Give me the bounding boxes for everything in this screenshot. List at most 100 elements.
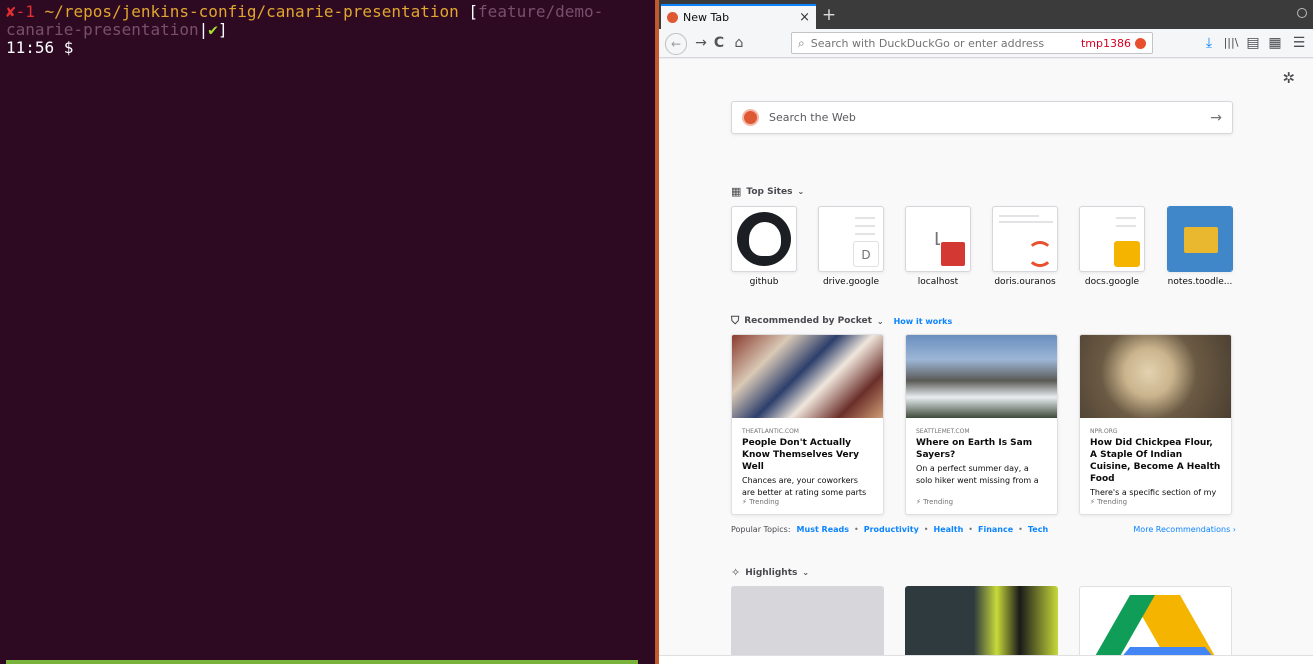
top-site-notes[interactable]: notes.toodle... [1167, 206, 1233, 287]
topic-link[interactable]: Tech [1028, 525, 1048, 534]
top-site-drive[interactable]: D drive.google [818, 206, 884, 287]
highlight-card[interactable] [731, 586, 884, 664]
story-source: THEATLANTIC.COM [742, 428, 799, 435]
web-search-box[interactable]: Search the Web → [731, 101, 1233, 134]
highlights-title: Highlights [745, 567, 798, 578]
story-title: People Don't Actually Know Themselves Ve… [742, 438, 859, 472]
top-site-doris[interactable]: doris.ouranos [992, 206, 1058, 287]
thumb-line [999, 215, 1039, 217]
search-icon: ⌕ [798, 35, 805, 50]
container-icon [1135, 37, 1146, 49]
back-button[interactable]: ← [665, 33, 687, 55]
topic-link[interactable]: Health [934, 525, 964, 534]
branch-name-1: feature/demo- [478, 2, 604, 21]
topic-separator: • [923, 525, 929, 534]
site-tile [1167, 206, 1233, 272]
sidebar-icon[interactable]: ▤ [1243, 33, 1263, 53]
popular-label: Popular Topics: [731, 525, 791, 534]
highlight-card[interactable] [1079, 586, 1232, 664]
grid-icon: ▦ [731, 185, 742, 198]
popular-topics: Popular Topics: Must Reads • Productivity… [731, 525, 1236, 534]
gear-icon[interactable]: ✲ [1282, 69, 1295, 87]
site-tile: D [818, 206, 884, 272]
thumb-line [855, 233, 875, 235]
top-sites-header[interactable]: ▦ Top Sites ⌄ [731, 185, 804, 198]
url-bar[interactable]: ⌕ Search with DuckDuckGo or enter addres… [791, 32, 1153, 54]
terminal-output: ✘-1 ~/repos/jenkins-config/canarie-prese… [6, 3, 646, 57]
highlights-icon: ✧ [731, 566, 741, 579]
library-icon[interactable]: |||\ [1221, 33, 1241, 53]
close-icon[interactable]: × [799, 10, 810, 25]
pocket-title: Recommended by Pocket [744, 316, 872, 326]
trending-label: ⚡ Trending [742, 498, 779, 506]
pocket-header[interactable]: ⛉ Recommended by Pocket ⌄ How it works [731, 314, 952, 328]
thumb-line [855, 225, 875, 227]
site-label: docs.google [1084, 277, 1140, 287]
story-title: Where on Earth Is Sam Sayers? [916, 438, 1033, 460]
new-tab-button[interactable]: + [819, 5, 839, 25]
check-icon: ✔ [208, 20, 218, 39]
downloads-icon[interactable]: ⤓ [1199, 33, 1219, 53]
thumb-line [855, 217, 875, 219]
terminal-window[interactable]: ✘-1 ~/repos/jenkins-config/canarie-prese… [0, 0, 655, 664]
forward-button[interactable]: → [691, 33, 711, 53]
highlight-card[interactable] [905, 586, 1058, 664]
browser-window: New Tab × + ← → C ⌂ ⌕ Search with DuckDu… [659, 0, 1313, 664]
branch-sep: | [198, 20, 209, 39]
story-excerpt: On a perfect summer day, a solo hiker we… [916, 464, 1039, 485]
more-recommendations-link[interactable]: More Recommendations › [1133, 525, 1236, 534]
trending-text: Trending [1097, 498, 1128, 506]
site-label: doris.ouranos [994, 277, 1056, 287]
tab-overflow-icon[interactable] [1297, 8, 1307, 18]
trending-text: Trending [749, 498, 780, 506]
terminal-status-bar [6, 660, 638, 664]
duckduckgo-icon [667, 12, 678, 23]
menu-icon[interactable]: ☰ [1289, 33, 1309, 53]
search-placeholder: Search the Web [769, 111, 856, 124]
thumb-line [1116, 217, 1136, 219]
nav-bar: ← → C ⌂ ⌕ Search with DuckDuckGo or ente… [659, 29, 1313, 58]
story-image [906, 335, 1057, 418]
tab-title: New Tab [683, 11, 730, 24]
tab-bar: New Tab × + [659, 0, 1313, 29]
thumb-line [1116, 225, 1136, 227]
site-label: drive.google [822, 277, 880, 287]
top-sites-title: Top Sites [746, 186, 793, 197]
story-image [732, 335, 883, 418]
topic-link[interactable]: Productivity [864, 525, 919, 534]
google-drive-icon [1090, 595, 1220, 664]
home-button[interactable]: ⌂ [729, 33, 749, 53]
ouranos-icon [1027, 241, 1053, 267]
branch-close: ] [217, 20, 228, 39]
chevron-down-icon: ⌄ [802, 568, 810, 577]
tab-new-tab[interactable]: New Tab × [661, 4, 816, 29]
highlights-header[interactable]: ✧ Highlights ⌄ [731, 566, 809, 579]
arrow-right-icon[interactable]: → [1210, 110, 1222, 126]
story-card[interactable]: NPR.ORG How Did Chickpea Flour, A Staple… [1079, 334, 1232, 515]
pocket-icon: ⛉ [731, 314, 740, 327]
top-site-localhost[interactable]: L localhost [905, 206, 971, 287]
trending-text: Trending [923, 498, 954, 506]
story-card[interactable]: SEATTLEMET.COM Where on Earth Is Sam Say… [905, 334, 1058, 515]
top-site-docs[interactable]: docs.google [1079, 206, 1145, 287]
prompt[interactable]: 11:56 $ [6, 38, 73, 57]
topic-link[interactable]: Must Reads [797, 525, 850, 534]
duckduckgo-icon [742, 109, 759, 126]
site-letter: D [853, 241, 879, 267]
container-label[interactable]: tmp1386 [1081, 37, 1131, 50]
cwd-path: ~/repos/jenkins-config/canarie-presentat… [44, 2, 459, 21]
story-image [1080, 335, 1231, 418]
top-sites: github D drive.google L localhost doris.… [731, 206, 1241, 296]
topic-link[interactable]: Finance [978, 525, 1013, 534]
how-it-works-link[interactable]: How it works [894, 317, 953, 326]
site-label: localhost [917, 277, 959, 287]
top-site-github[interactable]: github [731, 206, 797, 287]
site-label: notes.toodle... [1167, 277, 1233, 287]
reload-button[interactable]: C [709, 33, 729, 53]
bottom-strip [659, 655, 1313, 664]
addons-icon[interactable]: ▦ [1265, 33, 1285, 53]
story-card[interactable]: THEATLANTIC.COM People Don't Actually Kn… [731, 334, 884, 515]
story-title: How Did Chickpea Flour, A Staple Of Indi… [1090, 438, 1221, 484]
slides-icon [1114, 241, 1140, 267]
trending-label: ⚡ Trending [916, 498, 953, 506]
